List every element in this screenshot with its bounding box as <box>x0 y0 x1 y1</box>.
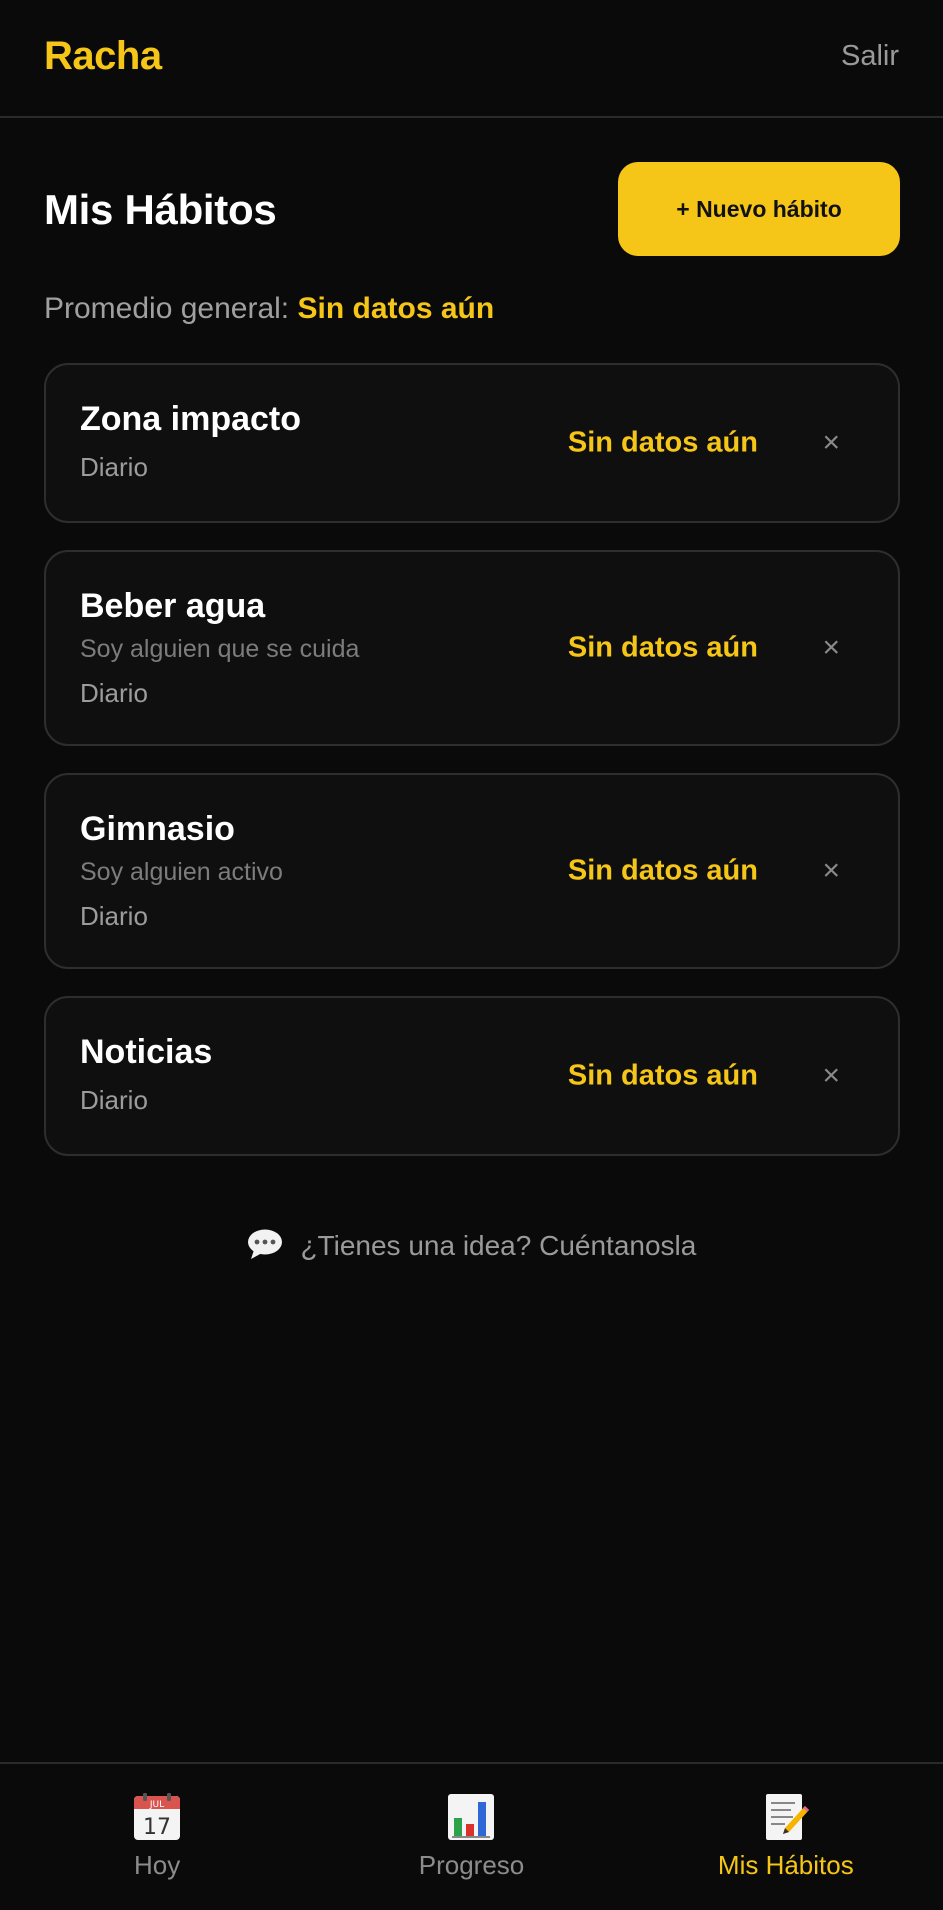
bar-chart-icon <box>448 1794 495 1840</box>
average-value: Sin datos aún <box>297 292 495 325</box>
brand-logo: Racha <box>44 34 162 78</box>
nav-label: Hoy <box>134 1850 181 1880</box>
calendar-icon: JUL 17 <box>134 1793 181 1840</box>
page-title: Mis Hábitos <box>44 186 277 233</box>
habit-card[interactable]: Zona impacto Diario Sin datos aún × <box>44 363 900 523</box>
memo-icon <box>765 1794 809 1840</box>
habit-status: Sin datos aún <box>567 854 758 887</box>
habit-frequency: Diario <box>80 678 148 709</box>
nav-label: Mis Hábitos <box>717 1850 854 1880</box>
feedback-label: ¿Tienes una idea? Cuéntanosla <box>300 1230 697 1261</box>
app-root: Racha Salir Mis Hábitos + Nuevo hábito P… <box>0 0 943 1910</box>
habit-name: Gimnasio <box>80 810 235 848</box>
nav-label: Progreso <box>418 1850 525 1880</box>
app-header: Racha Salir <box>0 0 943 118</box>
nav-item-my-habits[interactable]: Mis Hábitos <box>629 1764 943 1910</box>
habit-status: Sin datos aún <box>567 1059 758 1092</box>
delete-habit-button[interactable]: × <box>822 854 840 888</box>
calendar-day: 17 <box>143 1815 171 1840</box>
habit-frequency: Diario <box>80 901 148 932</box>
delete-habit-button[interactable]: × <box>822 1059 840 1093</box>
habit-list: Zona impacto Diario Sin datos aún × Bebe… <box>44 363 900 1183</box>
habit-status: Sin datos aún <box>567 631 758 664</box>
habit-name: Beber agua <box>80 587 266 625</box>
habit-card[interactable]: Gimnasio Soy alguien activo Diario Sin d… <box>44 773 900 969</box>
delete-habit-button[interactable]: × <box>822 631 840 665</box>
calendar-month: JUL <box>149 1800 164 1810</box>
bottom-nav: JUL 17 Hoy Progreso Mis Hábitos <box>0 1762 943 1910</box>
habit-card[interactable]: Noticias Diario Sin datos aún × <box>44 996 900 1156</box>
logout-button[interactable]: Salir <box>841 40 899 73</box>
general-average: Promedio general: Sin datos aún <box>44 292 494 326</box>
speech-bubble-icon <box>247 1228 283 1259</box>
new-habit-button[interactable]: + Nuevo hábito <box>618 162 900 256</box>
nav-item-today[interactable]: JUL 17 Hoy <box>0 1764 314 1910</box>
delete-habit-button[interactable]: × <box>822 426 840 460</box>
average-label: Promedio general: <box>44 292 290 325</box>
habit-card[interactable]: Beber agua Soy alguien que se cuida Diar… <box>44 550 900 746</box>
nav-item-progress[interactable]: Progreso <box>314 1764 628 1910</box>
feedback-link[interactable]: ¿Tienes una idea? Cuéntanosla <box>0 1228 943 1262</box>
habit-status: Sin datos aún <box>567 426 758 459</box>
